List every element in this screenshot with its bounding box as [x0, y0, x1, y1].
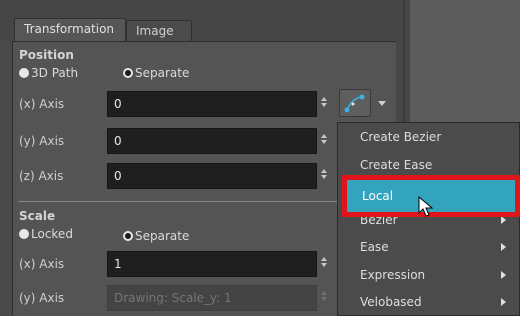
scale-x-axis-label: (x) Axis — [19, 257, 65, 271]
menu-item-label: Create Bezier — [360, 130, 442, 144]
menu-item-label: Velobased — [360, 295, 422, 309]
menu-item-create-ease[interactable]: Create Ease — [338, 153, 520, 177]
position-option-3d-path[interactable]: 3D Path — [19, 66, 78, 80]
radio-selected-icon — [123, 68, 133, 78]
submenu-arrow-icon — [501, 271, 506, 279]
position-x-axis-field[interactable] — [107, 91, 317, 117]
radio-label: 3D Path — [31, 66, 79, 80]
scale-x-stepper-icon[interactable] — [320, 257, 328, 271]
scale-x-axis-field[interactable] — [107, 251, 317, 277]
position-x-axis-label: (x) Axis — [19, 97, 65, 111]
tab-label: Transformation — [24, 22, 115, 36]
radio-label: Separate — [135, 66, 190, 80]
position-y-axis-label: (y) Axis — [19, 134, 65, 148]
scale-y-axis-field — [107, 285, 317, 311]
section-divider — [18, 201, 338, 202]
bezier-curve-icon — [344, 94, 365, 113]
function-button[interactable] — [339, 89, 371, 117]
scale-y-axis-label: (y) Axis — [19, 291, 65, 305]
scale-y-stepper-icon — [320, 291, 328, 305]
scale-option-separate[interactable]: Separate — [123, 229, 189, 243]
tab-transformation[interactable]: Transformation — [14, 18, 126, 41]
radio-unselected-icon — [19, 68, 29, 78]
position-option-separate[interactable]: Separate — [123, 66, 189, 80]
tab-label: Image — [136, 24, 174, 38]
menu-item-ease[interactable]: Ease — [338, 235, 520, 259]
position-y-axis-field[interactable] — [107, 128, 317, 154]
radio-label: Separate — [135, 229, 190, 243]
tab-image[interactable]: Image — [126, 20, 192, 41]
position-z-stepper-icon[interactable] — [320, 169, 328, 183]
menu-item-local-label: Local — [362, 189, 394, 203]
menu-item-velobased[interactable]: Velobased — [338, 290, 520, 314]
function-context-menu: Create Bezier Create Ease Bezier Ease Ex… — [337, 122, 520, 316]
position-z-axis-label: (z) Axis — [19, 169, 64, 183]
menu-item-create-bezier[interactable]: Create Bezier — [338, 125, 520, 149]
radio-selected-icon — [123, 231, 133, 241]
position-section-title: Position — [19, 48, 74, 62]
radio-unselected-icon — [19, 229, 29, 239]
menu-item-expression[interactable]: Expression — [338, 263, 520, 287]
menu-item-label: Ease — [360, 240, 389, 254]
scale-option-locked[interactable]: Locked — [19, 227, 73, 241]
scale-section-title: Scale — [19, 209, 56, 223]
position-y-stepper-icon[interactable] — [320, 134, 328, 148]
position-x-stepper-icon[interactable] — [320, 97, 328, 111]
mouse-pointer-icon — [418, 196, 434, 217]
submenu-arrow-icon — [501, 298, 506, 306]
menu-item-label: Expression — [360, 268, 426, 282]
position-z-axis-field[interactable] — [107, 163, 317, 189]
menu-item-label: Create Ease — [360, 158, 433, 172]
radio-label: Locked — [31, 227, 73, 241]
submenu-arrow-icon — [501, 216, 506, 224]
chevron-down-icon[interactable] — [378, 101, 386, 106]
submenu-arrow-icon — [501, 243, 506, 251]
